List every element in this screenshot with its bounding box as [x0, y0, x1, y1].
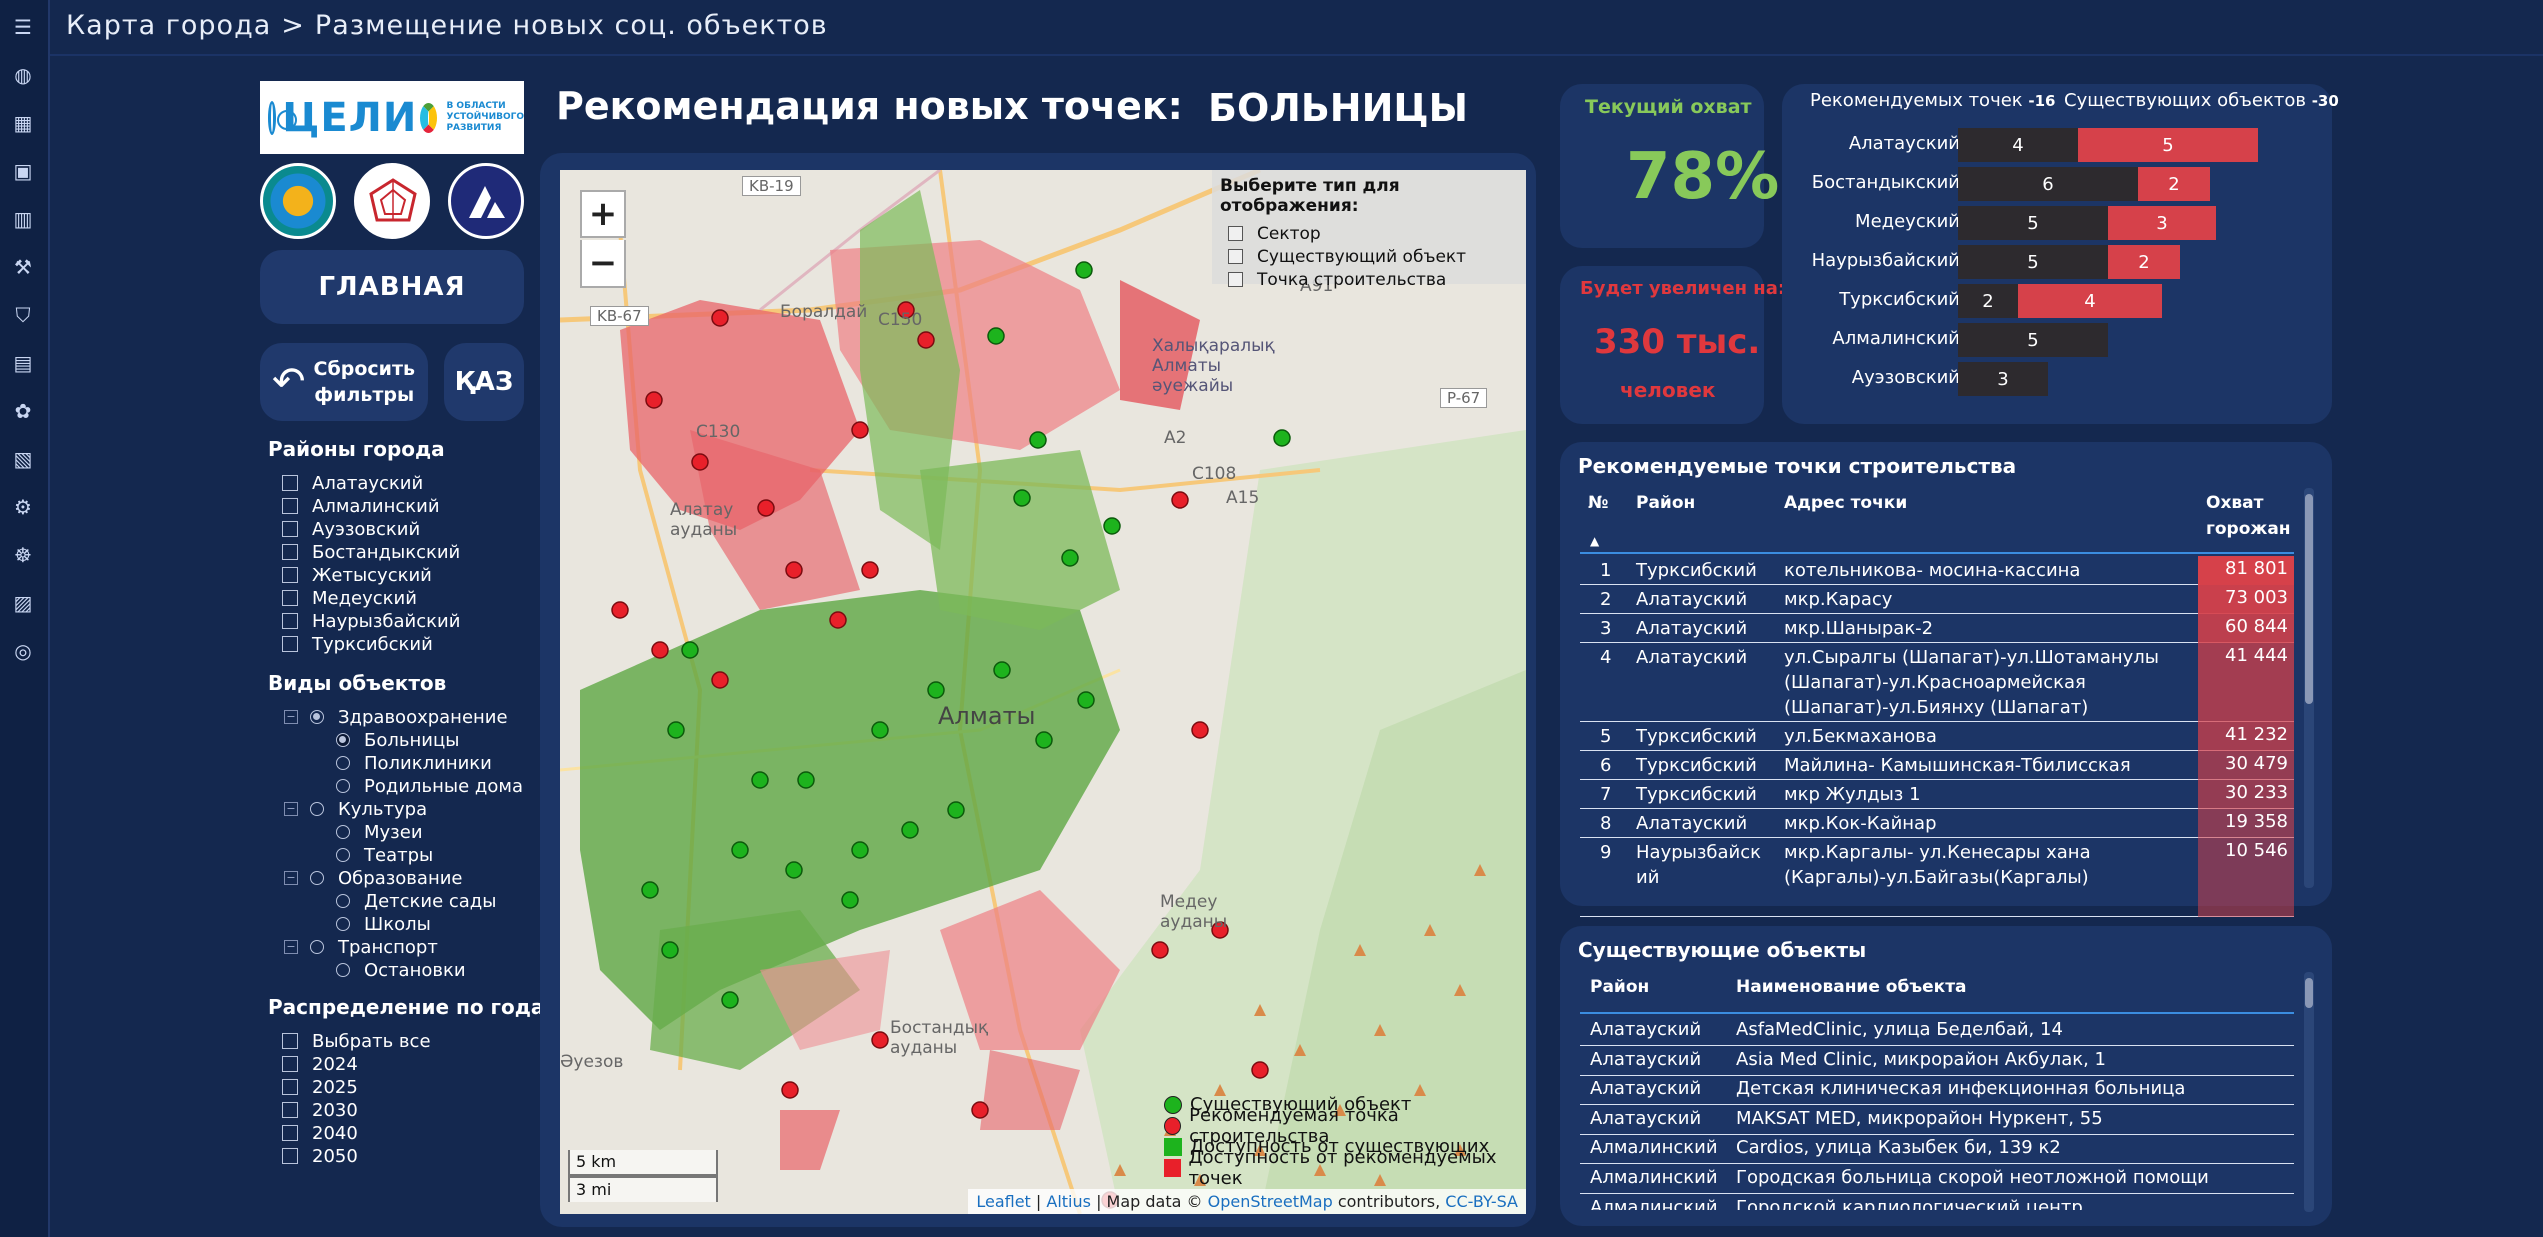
- row-district: Алатауский: [1590, 1019, 1702, 1040]
- table-row[interactable]: Алатауский AsfaMedClinic, улица Беделбай,…: [1580, 1016, 2294, 1046]
- existing-rows: Алатауский AsfaMedClinic, улица Беделбай,…: [0, 0, 2543, 1210]
- table-row[interactable]: Алмалинский Cardios, улица Казыбек би, 13…: [1580, 1134, 2294, 1165]
- table-row[interactable]: Алатауский Детская клиническая инфекционн…: [1580, 1075, 2294, 1106]
- table-row[interactable]: Алатауский Asia Med Clinic, микрорайон Ак…: [1580, 1046, 2294, 1076]
- table-row[interactable]: Алатауский MAKSAT MED, микрорайон Нуркент…: [1580, 1105, 2294, 1135]
- row-name: AsfaMedClinic, улица Беделбай, 14: [1736, 1019, 2063, 1040]
- row-district: Алмалинский: [1590, 1137, 1718, 1159]
- existing-scrollbar[interactable]: [2304, 972, 2314, 1212]
- row-district: Алатауский: [1590, 1048, 1702, 1070]
- row-district: Алмалинский: [1590, 1167, 1718, 1188]
- row-name: Городская больница скорой неотложной пом…: [1736, 1167, 2209, 1188]
- row-district: Алатауский: [1590, 1078, 1702, 1100]
- row-name: Cardios, улица Казыбек би, 139 к2: [1736, 1137, 2061, 1159]
- table-row[interactable]: Алмалинский Городская больница скорой нео…: [1580, 1164, 2294, 1194]
- row-district: Алатауский: [1590, 1107, 1702, 1129]
- row-name: Детская клиническая инфекционная больниц…: [1736, 1078, 2186, 1100]
- existing-scroll-thumb[interactable]: [2305, 978, 2313, 1008]
- row-name: Asia Med Clinic, микрорайон Акбулак, 1: [1736, 1048, 2107, 1070]
- table-row[interactable]: Алмалинский Городской кардиологический це…: [1580, 1194, 2294, 1210]
- row-name: MAKSAT MED, микрорайон Нуркент, 55: [1736, 1107, 2103, 1129]
- row-name: Городской кардиологический центр: [1736, 1196, 2083, 1210]
- row-district: Алмалинский: [1590, 1196, 1718, 1210]
